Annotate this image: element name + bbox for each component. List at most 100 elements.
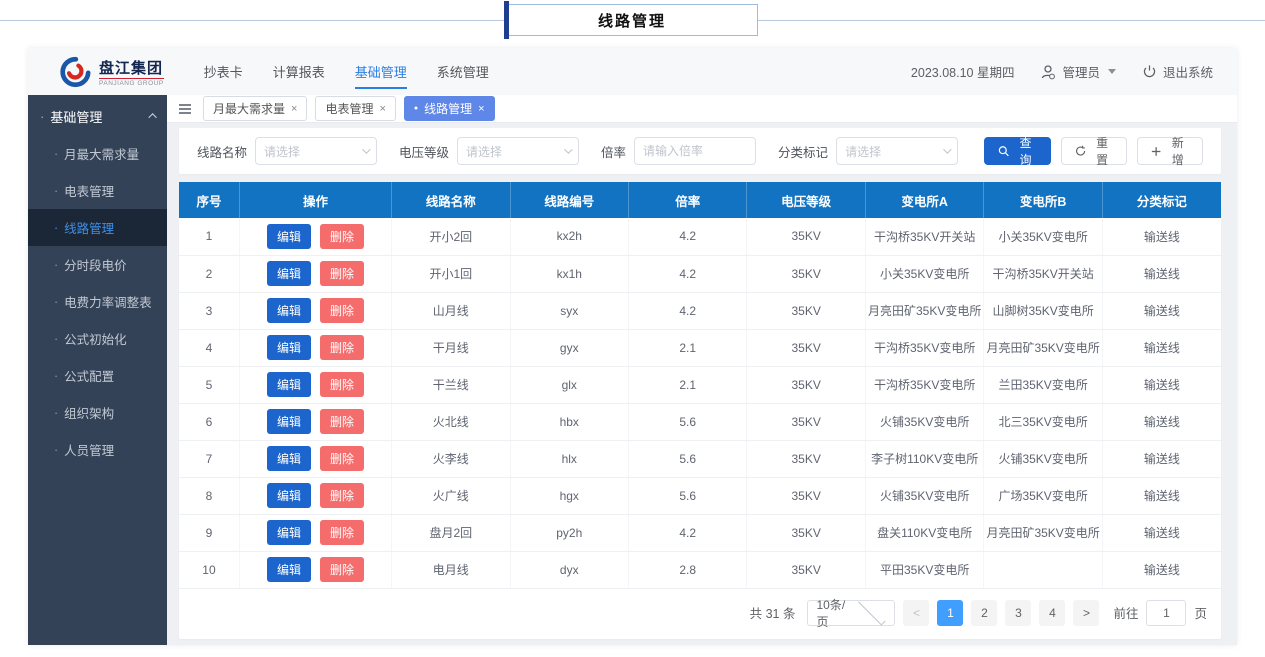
header-date: 2023.08.10 星期四 (910, 66, 1015, 80)
sidebar-item-7[interactable]: · 组织架构 (28, 394, 167, 431)
cell-ratio: 2.1 (628, 329, 748, 367)
cell-station_b: 火铺35KV变电所 (983, 440, 1103, 478)
tab-1[interactable]: 电表管理 × (315, 96, 396, 121)
sidebar-item-6[interactable]: · 公式配置 (28, 357, 167, 394)
next-page-button[interactable]: > (1073, 599, 1100, 626)
lines-table-card: 序号 操作 线路名称 线路编号 倍率 电压等级 变电所A 变电所B 分类标记 1 编辑 删除 开小2回… (179, 182, 1221, 639)
filter-label: 电压等级 (399, 145, 450, 160)
edit-button[interactable]: 编辑 (266, 261, 311, 286)
table-row: 4 编辑 删除 干月线 gyx 2.1 35KV 干沟桥35KV变电所 月亮田矿35KV变电所输… (179, 329, 1221, 367)
sidebar-item-1[interactable]: · 电表管理 (28, 172, 167, 209)
edit-button[interactable]: 编辑 (266, 298, 311, 323)
tab-list-menu-icon[interactable] (175, 100, 195, 118)
cell-tag: 输送线 (1102, 403, 1221, 441)
bullet-icon: · (54, 183, 59, 198)
cell-name: 电月线 (391, 551, 511, 589)
edit-button[interactable]: 编辑 (266, 520, 311, 545)
edit-button[interactable]: 编辑 (266, 372, 311, 397)
search-button[interactable]: 查询 (984, 136, 1051, 167)
cell-tag: 输送线 (1102, 366, 1221, 404)
page-button-2[interactable]: 2 (971, 599, 998, 626)
page-button-3[interactable]: 3 (1005, 599, 1032, 626)
cell-actions: 编辑 删除 (239, 366, 393, 404)
nav-item-2[interactable]: 基础管理 (354, 48, 407, 95)
close-tab-icon[interactable]: × (478, 103, 484, 115)
table-row: 3 编辑 删除 山月线 syx 4.2 35KV 月亮田矿35KV变电所 山脚树35KV变电所输… (179, 292, 1221, 330)
cell-name: 盘月2回 (391, 514, 511, 552)
user-menu[interactable]: 管理员 (1040, 62, 1116, 81)
edit-button[interactable]: 编辑 (266, 483, 311, 508)
cell-index: 4 (179, 329, 240, 367)
edit-button[interactable]: 编辑 (266, 223, 311, 249)
table-row: 5 编辑 删除 干兰线 glx 2.1 35KV 干沟桥35KV变电所 兰田35KV变电所 输送线 (179, 366, 1221, 404)
cell-code: hlx (510, 440, 629, 478)
column-header-4: 倍率 (628, 182, 748, 218)
sidebar: · 基础管理 · 月最大需求量 · 电表管理 · 线路管理 · 分时段电价 · 电费力率调整表 · 公… (28, 95, 167, 645)
content: 线路名称请选择电压等级请选择倍率分类标记请选择 查询 (167, 123, 1237, 645)
reset-button[interactable]: 重置 (1060, 136, 1128, 167)
delete-button[interactable]: 删除 (319, 446, 364, 471)
prev-page-button[interactable]: < (903, 599, 930, 626)
sidebar-item-label: 组织架构 (64, 407, 115, 421)
sidebar-item-2[interactable]: · 线路管理 (28, 209, 167, 246)
cell-actions: 编辑 删除 (239, 477, 393, 515)
page-size-select[interactable]: 10条/页 (807, 597, 896, 629)
page-button-4[interactable]: 4 (1039, 599, 1066, 626)
cell-actions: 编辑 删除 (239, 551, 393, 589)
filter-select-1[interactable]: 请选择 (457, 137, 580, 165)
column-header-0: 序号 (179, 182, 240, 218)
page-title: 线路管理 (597, 12, 666, 30)
sidebar-group-basic-mgmt[interactable]: · 基础管理 (28, 97, 167, 135)
logout-button[interactable]: 退出系统 (1142, 62, 1213, 81)
close-tab-icon[interactable]: × (291, 103, 297, 115)
delete-button[interactable]: 删除 (319, 557, 364, 582)
cell-station_b: 月亮田矿35KV变电所 (983, 514, 1103, 552)
cell-ratio: 2.8 (628, 551, 748, 589)
sidebar-item-0[interactable]: · 月最大需求量 (28, 135, 167, 172)
cell-voltage: 35KV (746, 514, 866, 552)
cell-code: kx2h (510, 218, 629, 256)
sidebar-item-4[interactable]: · 电费力率调整表 (28, 283, 167, 320)
filter-input-2[interactable] (643, 144, 748, 158)
cell-station_b: 月亮田矿35KV变电所 (983, 329, 1103, 367)
cell-actions: 编辑 删除 (239, 292, 393, 330)
tab-2[interactable]: ● 线路管理 × (403, 96, 495, 121)
cell-name: 山月线 (391, 292, 511, 330)
edit-button[interactable]: 编辑 (266, 446, 311, 471)
delete-button[interactable]: 删除 (319, 223, 364, 249)
nav-item-0[interactable]: 抄表卡 (204, 48, 243, 95)
delete-button[interactable]: 删除 (319, 298, 364, 323)
table-row: 10 编辑 删除 电月线 dyx 2.8 35KV 平田35KV变电所 输送线 (179, 551, 1221, 589)
add-button[interactable]: 新增 (1137, 136, 1203, 167)
page-button-1[interactable]: 1 (937, 599, 964, 626)
delete-button[interactable]: 删除 (319, 409, 364, 434)
sidebar-item-8[interactable]: · 人员管理 (28, 431, 167, 468)
delete-button[interactable]: 删除 (319, 372, 364, 397)
delete-button[interactable]: 删除 (319, 520, 364, 545)
goto-page-input[interactable] (1146, 599, 1187, 626)
filter-select-0[interactable]: 请选择 (255, 137, 378, 165)
bullet-icon: · (54, 405, 59, 420)
nav-item-3[interactable]: 系统管理 (437, 48, 489, 95)
filter-select-3[interactable]: 请选择 (836, 137, 959, 165)
delete-button[interactable]: 删除 (319, 261, 364, 286)
close-tab-icon[interactable]: × (379, 103, 385, 115)
edit-button[interactable]: 编辑 (266, 409, 311, 434)
delete-button[interactable]: 删除 (319, 335, 364, 360)
sidebar-item-5[interactable]: · 公式初始化 (28, 320, 167, 357)
nav-item-1[interactable]: 计算报表 (273, 48, 325, 95)
cell-name: 火李线 (391, 440, 511, 478)
cell-ratio: 4.2 (628, 218, 748, 256)
cell-station_b (983, 551, 1103, 589)
delete-button[interactable]: 删除 (319, 483, 364, 508)
table-row: 6 编辑 删除 火北线 hbx 5.6 35KV 火铺35KV变电所 北三35KV变电所 输送线 (179, 403, 1221, 441)
tab-0[interactable]: 月最大需求量 × (203, 96, 308, 121)
page-size-value: 10条/页 (816, 597, 846, 629)
cell-tag: 输送线 (1102, 477, 1221, 515)
edit-button[interactable]: 编辑 (266, 335, 311, 360)
edit-button[interactable]: 编辑 (266, 557, 311, 582)
sidebar-item-3[interactable]: · 分时段电价 (28, 246, 167, 283)
chevron-up-icon (148, 113, 157, 122)
cell-ratio: 5.6 (628, 403, 748, 441)
reset-button-label: 重置 (1096, 136, 1109, 167)
